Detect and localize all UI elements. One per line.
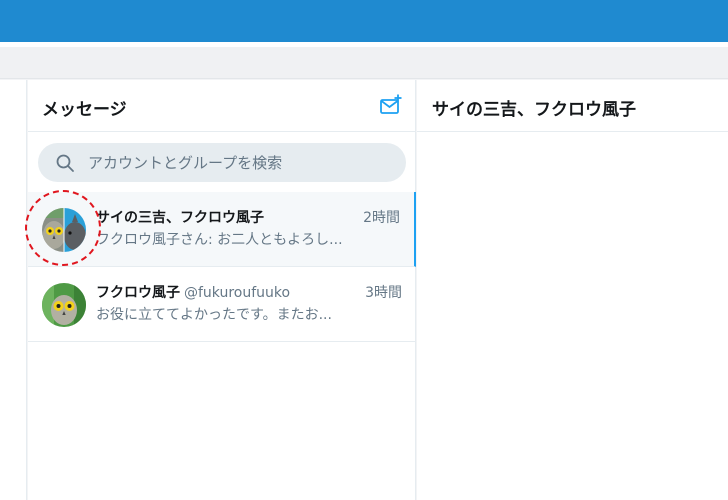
conversation-time: 2時間 <box>363 210 400 226</box>
messages-header: メッセージ <box>28 80 416 132</box>
new-message-icon[interactable] <box>379 94 403 118</box>
conversation-snippet: お役に立ててよかったです。またお... <box>96 307 332 323</box>
search-input[interactable] <box>88 143 388 182</box>
search-box[interactable] <box>38 143 406 182</box>
conversation-name: フクロウ風子 @fukuroufuuko <box>96 282 290 302</box>
left-nav-strip <box>0 80 27 500</box>
conversation-pane: サイの三吉、フクロウ風子 <box>417 80 728 500</box>
messages-title: メッセージ <box>42 100 127 120</box>
conversation-name: サイの三吉、フクロウ風子 <box>96 210 264 226</box>
conversation-handle: @fukuroufuuko <box>184 285 291 301</box>
owl-avatar <box>42 283 86 327</box>
conversation-item-group[interactable]: サイの三吉、フクロウ風子 2時間 フクロウ風子さん: お二人ともよろし... <box>28 192 416 267</box>
messages-panel: メッセージ アカウントとグループを検索 サイの三吉、フクロウ風子 2時間 フクロ… <box>28 80 416 500</box>
conversation-display-name: フクロウ風子 <box>96 285 180 301</box>
conversation-snippet: フクロウ風子さん: お二人ともよろし... <box>96 232 343 248</box>
sub-toolbar <box>0 47 728 79</box>
conversation-title: サイの三吉、フクロウ風子 <box>432 100 636 120</box>
top-bar <box>0 0 728 42</box>
conversation-item-owl[interactable]: フクロウ風子 @fukuroufuuko 3時間 お役に立ててよかったです。またお… <box>28 267 416 342</box>
conversation-header: サイの三吉、フクロウ風子 <box>417 80 728 132</box>
search-icon <box>55 153 75 173</box>
group-avatar <box>42 208 86 252</box>
conversation-time: 3時間 <box>365 285 402 301</box>
